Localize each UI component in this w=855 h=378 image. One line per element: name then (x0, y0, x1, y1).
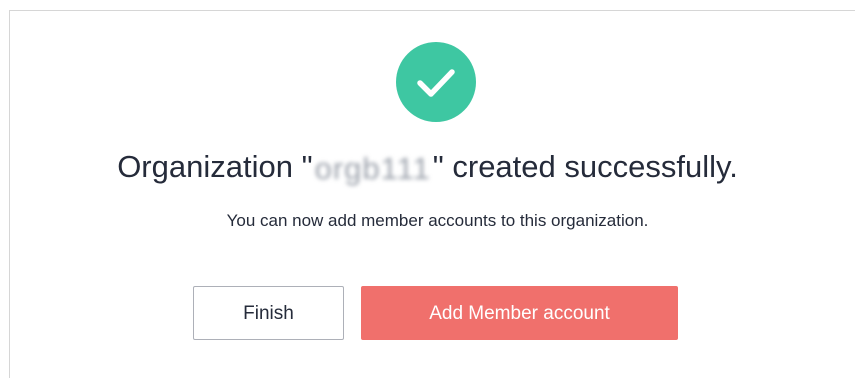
success-title: Organization "orgb111" created successfu… (0, 147, 855, 187)
organization-name-text: orgb111 (314, 151, 431, 186)
check-circle-icon (396, 42, 476, 122)
title-prefix: Organization " (117, 149, 313, 184)
add-member-account-button[interactable]: Add Member account (361, 286, 678, 340)
checkmark-icon (417, 69, 455, 97)
success-subtitle: You can now add member accounts to this … (226, 211, 649, 230)
finish-button[interactable]: Finish (193, 286, 344, 340)
organization-name: orgb111 (313, 149, 433, 189)
title-suffix: " created successfully. (432, 149, 738, 184)
